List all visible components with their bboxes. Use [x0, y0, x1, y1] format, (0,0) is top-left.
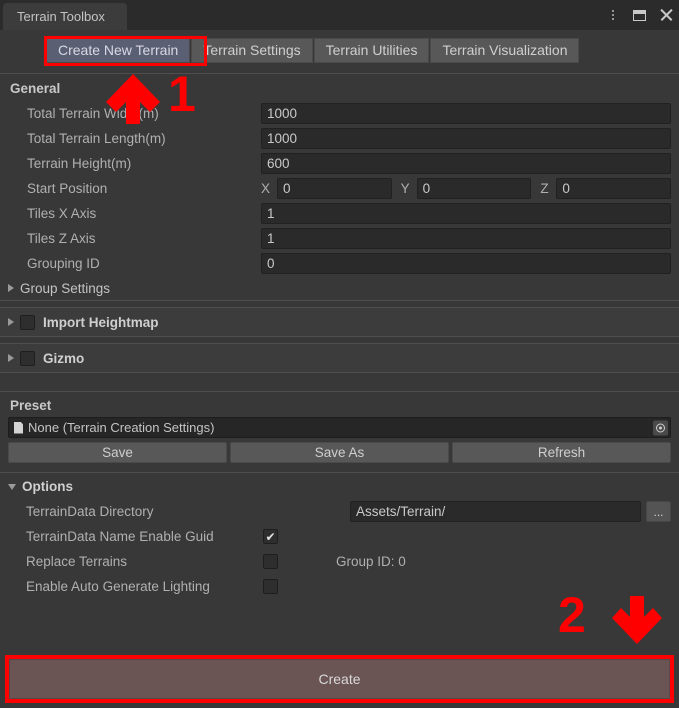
options-section: Options TerrainData Directory Assets/Ter…	[0, 473, 679, 599]
tab-label: Terrain Visualization	[442, 42, 568, 58]
tab-terrain-visualization[interactable]: Terrain Visualization	[430, 37, 580, 63]
chevron-down-icon	[8, 484, 16, 490]
chevron-right-icon	[8, 318, 14, 326]
create-button[interactable]: Create	[9, 659, 670, 699]
field-wrap: 600	[261, 153, 671, 174]
close-icon[interactable]	[659, 8, 673, 22]
axis-label-x: X	[261, 181, 271, 196]
document-icon	[14, 421, 23, 434]
label-grouping-id: Grouping ID	[27, 256, 100, 271]
axis-label-z: Z	[540, 181, 549, 196]
group-id-note: Group ID: 0	[336, 554, 406, 569]
row-terraindata-directory: TerrainData Directory Assets/Terrain/ ..…	[0, 499, 679, 524]
row-total-terrain-length: Total Terrain Length(m) 1000	[0, 126, 679, 151]
highlight-box-create-button: Create	[5, 655, 674, 703]
input-total-terrain-length[interactable]: 1000	[261, 128, 671, 149]
window-title: Terrain Toolbox	[17, 9, 105, 24]
label-gizmo: Gizmo	[43, 350, 85, 366]
row-total-terrain-width: Total Terrain Width(m) 1000	[0, 101, 679, 126]
label-total-terrain-width: Total Terrain Width(m)	[27, 106, 159, 121]
row-terraindata-name-enable-guid: TerrainData Name Enable Guid	[0, 524, 679, 549]
kebab-menu-icon[interactable]	[606, 7, 620, 23]
input-start-position-x[interactable]: 0	[277, 178, 392, 199]
preset-title: Preset	[10, 398, 52, 413]
foldout-group-settings[interactable]: Group Settings	[0, 276, 679, 300]
axis-label-y: Y	[400, 181, 410, 196]
toolbar-tabs: Create New Terrain Terrain Settings Terr…	[0, 30, 679, 70]
spacer	[0, 463, 679, 472]
save-as-button[interactable]: Save As	[230, 442, 449, 463]
label-import-heightmap: Import Heightmap	[43, 314, 159, 330]
preset-buttons: Save Save As Refresh	[8, 442, 671, 463]
row-terrain-height: Terrain Height(m) 600	[0, 151, 679, 176]
tab-label: Terrain Settings	[203, 42, 301, 58]
tab-create-new-terrain[interactable]: Create New Terrain	[46, 37, 191, 63]
label-total-terrain-length: Total Terrain Length(m)	[27, 131, 166, 146]
label-enable-auto-generate-lighting: Enable Auto Generate Lighting	[26, 579, 210, 594]
label-terrain-height: Terrain Height(m)	[27, 156, 132, 171]
row-tiles-z-axis: Tiles Z Axis 1	[0, 226, 679, 251]
field-wrap: 1000	[261, 128, 671, 149]
tab-terrain-utilities[interactable]: Terrain Utilities	[313, 37, 430, 63]
row-enable-auto-generate-lighting: Enable Auto Generate Lighting	[0, 574, 679, 599]
object-picker-icon[interactable]	[653, 420, 668, 435]
general-section: General Total Terrain Width(m) 1000 Tota…	[0, 74, 679, 300]
checkbox-gizmo[interactable]	[20, 350, 35, 366]
field-wrap: Assets/Terrain/	[350, 501, 641, 522]
input-grouping-id[interactable]: 0	[261, 253, 671, 274]
label-terraindata-directory: TerrainData Directory	[26, 504, 154, 519]
tab-terrain-settings[interactable]: Terrain Settings	[191, 37, 313, 63]
annotation-arrow-down	[612, 596, 662, 644]
input-start-position-y[interactable]: 0	[416, 178, 532, 199]
checkbox-import-heightmap[interactable]	[20, 314, 35, 330]
label-terraindata-name-enable-guid: TerrainData Name Enable Guid	[26, 529, 214, 544]
window-titlebar: Terrain Toolbox	[0, 0, 679, 30]
input-terrain-height[interactable]: 600	[261, 153, 671, 174]
input-tiles-z-axis[interactable]: 1	[261, 228, 671, 249]
field-wrap: 1	[261, 228, 671, 249]
chevron-right-icon	[8, 354, 14, 362]
input-start-position-z[interactable]: 0	[556, 178, 672, 199]
section-gizmo[interactable]: Gizmo	[0, 344, 679, 372]
spacer	[0, 373, 679, 391]
label-tiles-x-axis: Tiles X Axis	[27, 206, 97, 221]
input-tiles-x-axis[interactable]: 1	[261, 203, 671, 224]
preset-section: Preset None (Terrain Creation Settings) …	[0, 392, 679, 463]
preset-object-field[interactable]: None (Terrain Creation Settings)	[8, 417, 671, 438]
row-tiles-x-axis: Tiles X Axis 1	[0, 201, 679, 226]
field-wrap: 0	[261, 253, 671, 274]
preset-selected-value: None (Terrain Creation Settings)	[28, 420, 215, 435]
row-replace-terrains: Replace Terrains Group ID: 0	[0, 549, 679, 574]
browse-directory-button[interactable]: ...	[646, 501, 671, 522]
section-import-heightmap[interactable]: Import Heightmap	[0, 308, 679, 336]
label-tiles-z-axis: Tiles Z Axis	[27, 231, 96, 246]
window-controls	[606, 0, 673, 30]
options-title: Options	[22, 478, 73, 494]
save-button[interactable]: Save	[8, 442, 227, 463]
checkbox-replace-terrains[interactable]	[263, 554, 278, 569]
label-replace-terrains: Replace Terrains	[26, 554, 128, 569]
field-wrap: 1000	[261, 103, 671, 124]
row-grouping-id: Grouping ID 0	[0, 251, 679, 276]
tab-label: Terrain Utilities	[325, 42, 418, 58]
general-title: General	[10, 81, 61, 96]
foldout-options[interactable]: Options	[0, 473, 679, 499]
window-tab-terrain-toolbox[interactable]: Terrain Toolbox	[3, 3, 127, 30]
foldout-label-group-settings: Group Settings	[20, 280, 111, 296]
refresh-button[interactable]: Refresh	[452, 442, 671, 463]
tab-label: Create New Terrain	[58, 42, 179, 58]
checkbox-enable-auto-generate-lighting[interactable]	[263, 579, 278, 594]
chevron-right-icon	[8, 284, 14, 292]
checkbox-terraindata-name-enable-guid[interactable]	[263, 529, 278, 544]
row-start-position: Start Position X 0 Y 0 Z 0	[0, 176, 679, 201]
maximize-icon[interactable]	[633, 9, 646, 21]
start-position-vector: X 0 Y 0 Z 0	[261, 178, 672, 199]
input-total-terrain-width[interactable]: 1000	[261, 103, 671, 124]
input-terraindata-directory[interactable]: Assets/Terrain/	[350, 501, 641, 522]
field-wrap: 1	[261, 203, 671, 224]
label-start-position: Start Position	[27, 181, 108, 196]
